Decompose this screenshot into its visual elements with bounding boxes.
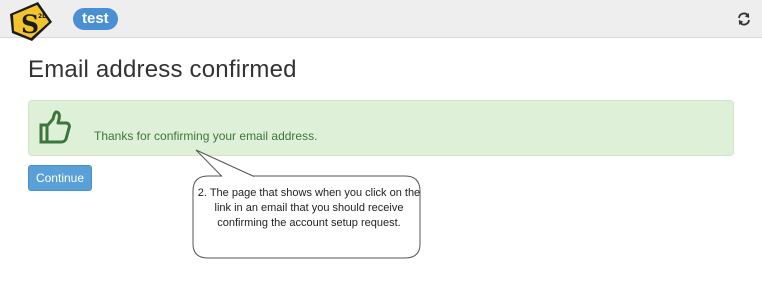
alert-message: Thanks for confirming your email address… (94, 129, 318, 143)
success-alert: Thanks for confirming your email address… (28, 100, 734, 156)
refresh-icon[interactable] (736, 11, 752, 27)
annotation-text: 2. The page that shows when you click on… (197, 187, 421, 229)
brand-badge[interactable]: test (73, 8, 118, 30)
continue-button[interactable]: Continue (28, 165, 92, 191)
svg-text:S: S (21, 10, 39, 39)
page-title: Email address confirmed (28, 56, 297, 83)
svg-text:2D: 2D (38, 13, 47, 20)
s2d-logo-icon[interactable]: S 2D (2, 0, 62, 42)
thumbs-up-icon (39, 110, 71, 144)
top-navbar: S 2D test (0, 0, 762, 41)
